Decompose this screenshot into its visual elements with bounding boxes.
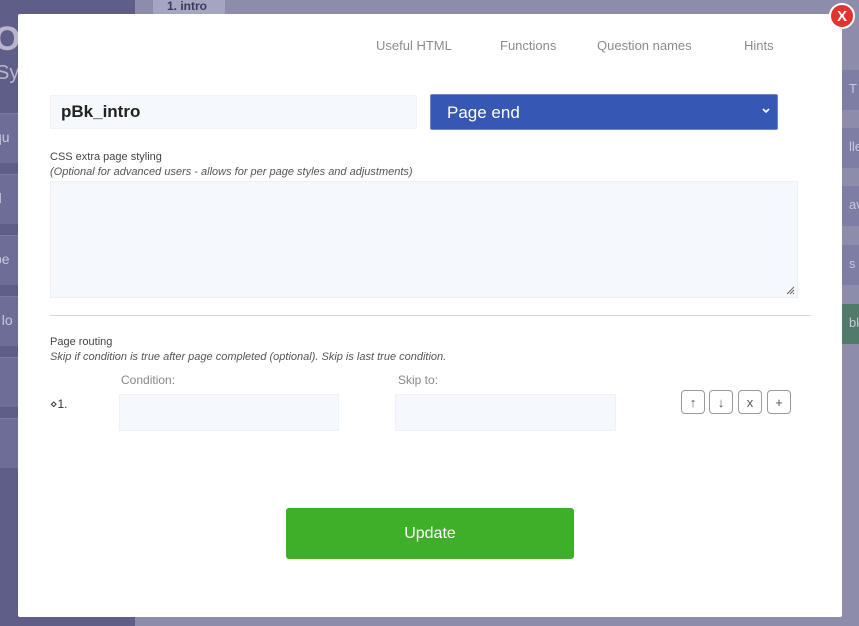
page-routing-hint: Skip if condition is true after page com… <box>50 351 447 363</box>
css-styling-hint: (Optional for advanced users - allows fo… <box>50 166 413 178</box>
top-links-bar: Useful HTML Functions Question names Hin… <box>18 38 842 54</box>
page-type-selected: Page end <box>447 103 520 122</box>
skip-to-column-header: Skip to: <box>398 373 439 387</box>
add-row-button[interactable]: + <box>767 390 791 414</box>
background-logo-sub: Sy <box>0 62 20 84</box>
useful-html-link[interactable]: Useful HTML <box>376 38 452 53</box>
delete-row-button[interactable]: x <box>738 390 762 414</box>
resize-grip-icon[interactable] <box>786 286 795 295</box>
close-button[interactable]: X <box>829 3 855 29</box>
background-page-tab: 1. intro <box>153 0 225 14</box>
skip-to-input[interactable] <box>395 394 616 431</box>
background-right-button: ave <box>841 186 859 226</box>
css-styling-label: CSS extra page styling <box>50 151 162 163</box>
condition-column-header: Condition: <box>121 373 176 387</box>
page-name-input[interactable] <box>50 95 417 129</box>
question-names-link[interactable]: Question names <box>597 38 692 53</box>
hints-link[interactable]: Hints <box>744 38 774 53</box>
background-right-button: s a <box>841 245 859 285</box>
functions-link[interactable]: Functions <box>500 38 556 53</box>
move-up-button[interactable]: ↑ <box>681 390 705 414</box>
background-right-button: lle <box>841 128 859 168</box>
background-right-button: bl <box>841 304 859 344</box>
routing-row-number[interactable]: ⋄1. <box>50 397 68 411</box>
chevron-down-icon <box>761 103 771 122</box>
update-button[interactable]: Update <box>286 508 574 559</box>
condition-input[interactable] <box>119 394 339 431</box>
page-settings-modal: Useful HTML Functions Question names Hin… <box>18 14 842 617</box>
css-styling-textarea[interactable] <box>50 181 798 298</box>
divider <box>50 315 811 316</box>
page-type-select[interactable]: Page end <box>430 94 778 130</box>
move-down-button[interactable]: ↓ <box>709 390 733 414</box>
page-routing-label: Page routing <box>50 336 113 348</box>
background-right-button: T <box>841 70 859 110</box>
